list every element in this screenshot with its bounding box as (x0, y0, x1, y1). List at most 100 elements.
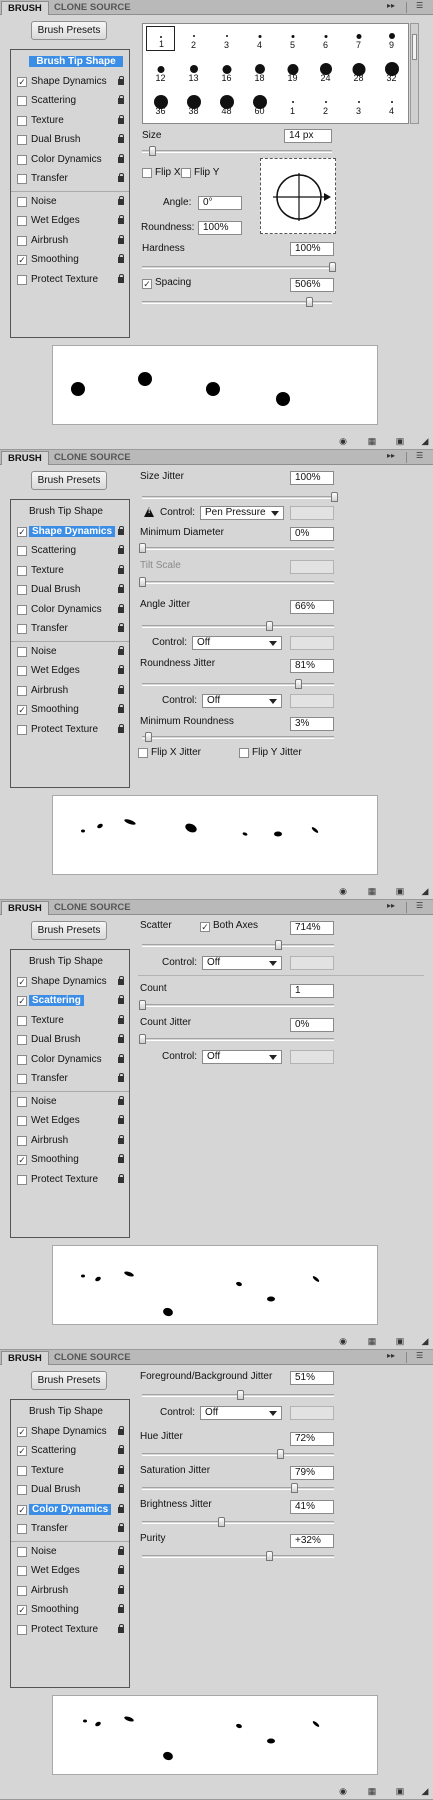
sidebar-item-transfer[interactable]: Transfer (11, 170, 129, 188)
airbrush-checkbox[interactable] (17, 685, 27, 696)
brush-tip-cell[interactable]: 32 (377, 59, 406, 84)
sidebar-item-color-dynamics[interactable]: ✓ Color Dynamics (11, 1501, 129, 1519)
sidebar-item-protect-texture[interactable]: Protect Texture (11, 271, 129, 289)
brush-tip-cell[interactable]: 48 (212, 92, 241, 117)
lock-icon[interactable] (116, 1014, 126, 1025)
tab-clone-source[interactable]: CLONE SOURCE (48, 1, 137, 15)
lock-icon[interactable] (116, 195, 126, 206)
brightness-jitter-slider-thumb[interactable] (217, 1517, 225, 1527)
sidebar-item-airbrush[interactable]: Airbrush (11, 1132, 129, 1150)
color-dynamics-checkbox[interactable]: ✓ (17, 1504, 27, 1515)
shape-dynamics-checkbox[interactable]: ✓ (17, 76, 27, 87)
saturation-jitter-field[interactable]: 79% (290, 1466, 334, 1480)
protect-texture-checkbox[interactable] (17, 1624, 27, 1635)
lock-icon[interactable] (116, 1523, 126, 1533)
brush-tip-cell[interactable]: 4 (245, 26, 274, 51)
saturation-jitter-slider[interactable] (142, 1483, 334, 1493)
lock-icon[interactable] (116, 723, 126, 734)
sidebar-item-wet-edges[interactable]: Wet Edges (11, 1562, 129, 1580)
size-slider[interactable] (142, 146, 332, 156)
lock-icon[interactable] (116, 234, 126, 245)
lock-icon[interactable] (116, 1464, 126, 1475)
sidebar-item-brush-tip-shape[interactable]: Brush Tip Shape (11, 953, 129, 971)
tab-brush[interactable]: BRUSH (1, 901, 49, 915)
brush-tip-cell[interactable]: 12 (146, 59, 175, 84)
brush-tip-cell[interactable]: 60 (245, 92, 274, 117)
saturation-jitter-slider-thumb[interactable] (290, 1483, 298, 1493)
shape-dynamics-checkbox[interactable]: ✓ (17, 1426, 27, 1437)
sidebar-item-transfer[interactable]: Transfer (11, 1520, 129, 1538)
size-control-dropdown[interactable]: Pen Pressure (200, 506, 284, 520)
protect-texture-checkbox[interactable] (17, 724, 27, 735)
hardness-slider-thumb[interactable] (329, 262, 336, 272)
brush-tip-cell[interactable]: 2 (179, 26, 208, 51)
lock-icon[interactable] (116, 975, 126, 986)
lock-icon[interactable] (116, 1484, 126, 1494)
new-preset-icon[interactable]: ▣ (394, 436, 406, 446)
fg-bg-jitter-field[interactable]: 51% (290, 1371, 334, 1385)
purity-slider[interactable] (142, 1551, 334, 1561)
size-slider-thumb[interactable] (148, 146, 156, 156)
sidebar-item-texture[interactable]: Texture (11, 112, 129, 130)
lock-icon[interactable] (116, 665, 126, 675)
angle-control-dropdown[interactable]: Off (192, 636, 282, 650)
flip-y-checkbox[interactable] (181, 168, 191, 178)
lock-icon[interactable] (116, 1565, 126, 1575)
lock-icon[interactable] (116, 1545, 126, 1556)
hardness-field[interactable]: 100% (290, 242, 334, 256)
sidebar-item-wet-edges[interactable]: Wet Edges (11, 662, 129, 680)
noise-checkbox[interactable] (17, 1546, 27, 1557)
flip-x-checkbox[interactable] (142, 168, 152, 178)
airbrush-checkbox[interactable] (17, 235, 27, 246)
angle-field[interactable]: 0° (198, 196, 242, 210)
sidebar-item-dual-brush[interactable]: Dual Brush (11, 1481, 129, 1499)
lock-icon[interactable] (116, 153, 126, 164)
sidebar-item-scattering[interactable]: ✓ Scattering (11, 1442, 129, 1460)
brush-tip-cell[interactable]: 2 (311, 92, 340, 117)
sidebar-item-noise[interactable]: Noise (11, 1090, 129, 1111)
sidebar-item-noise[interactable]: Noise (11, 640, 129, 661)
lock-icon[interactable] (116, 1095, 126, 1106)
sidebar-item-scattering[interactable]: Scattering (11, 92, 129, 110)
count-slider[interactable] (139, 1000, 334, 1010)
lock-icon[interactable] (116, 1073, 126, 1083)
tab-brush[interactable]: BRUSH (1, 1351, 49, 1365)
hue-jitter-slider-thumb[interactable] (277, 1449, 285, 1459)
transfer-checkbox[interactable] (17, 624, 27, 634)
texture-checkbox[interactable] (17, 565, 27, 576)
resize-grip-icon[interactable]: ◢ (419, 1786, 431, 1796)
eye-icon[interactable]: ◉ (337, 1336, 349, 1346)
fg-bg-jitter-slider[interactable] (142, 1390, 334, 1400)
hue-jitter-field[interactable]: 72% (290, 1432, 334, 1446)
brush-presets-button[interactable]: Brush Presets (31, 921, 107, 940)
sidebar-item-wet-edges[interactable]: Wet Edges (11, 212, 129, 230)
sidebar-item-texture[interactable]: Texture (11, 1012, 129, 1030)
sidebar-item-airbrush[interactable]: Airbrush (11, 232, 129, 250)
sidebar-item-brush-tip-shape[interactable]: Brush Tip Shape (11, 53, 129, 71)
lock-icon[interactable] (116, 173, 126, 183)
tab-clone-source[interactable]: CLONE SOURCE (48, 1351, 137, 1365)
sidebar-item-scattering[interactable]: ✓ Scattering (11, 992, 129, 1010)
sidebar-item-shape-dynamics[interactable]: ✓ Shape Dynamics (11, 973, 129, 991)
lock-icon[interactable] (116, 1604, 126, 1614)
sidebar-item-scattering[interactable]: Scattering (11, 542, 129, 560)
panel-menu-icon[interactable]: ☰ (416, 451, 423, 460)
smoothing-checkbox[interactable]: ✓ (17, 1155, 27, 1165)
sidebar-item-protect-texture[interactable]: Protect Texture (11, 1171, 129, 1189)
brush-presets-button[interactable]: Brush Presets (31, 21, 107, 40)
sidebar-item-color-dynamics[interactable]: Color Dynamics (11, 1051, 129, 1069)
brightness-jitter-slider[interactable] (142, 1517, 334, 1527)
shape-dynamics-checkbox[interactable]: ✓ (17, 976, 27, 987)
hue-jitter-slider[interactable] (142, 1449, 334, 1459)
roundness-jitter-field[interactable]: 81% (290, 659, 334, 673)
lock-icon[interactable] (116, 1034, 126, 1044)
collapse-icon[interactable]: ▸▸ (387, 901, 395, 910)
wet-edges-checkbox[interactable] (17, 666, 27, 676)
tip-grid-scrollbar[interactable] (410, 23, 419, 124)
sidebar-item-airbrush[interactable]: Airbrush (11, 682, 129, 700)
brush-tip-cell[interactable]: 18 (245, 59, 274, 84)
texture-checkbox[interactable] (17, 115, 27, 126)
resize-grip-icon[interactable]: ◢ (419, 886, 431, 896)
angle-jitter-slider-thumb[interactable] (265, 621, 273, 631)
grid-icon[interactable]: ▦ (366, 886, 378, 896)
